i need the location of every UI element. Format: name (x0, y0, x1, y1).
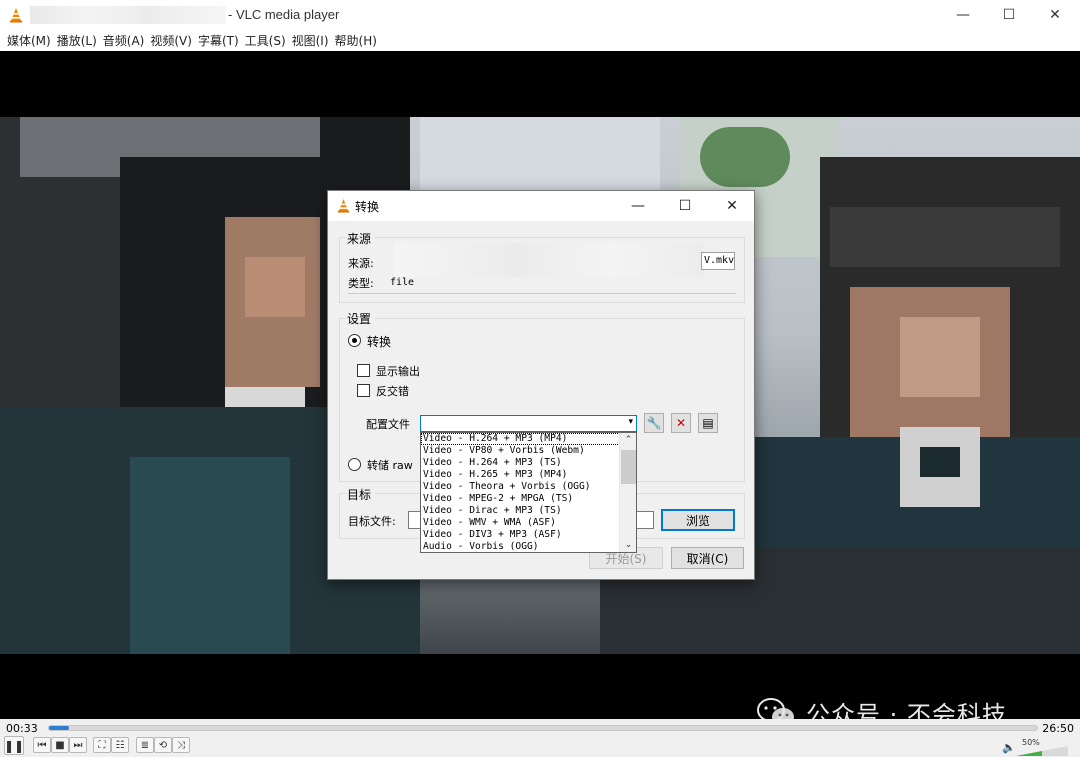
menu-media[interactable]: 媒体(M) (4, 32, 54, 49)
source-divider (348, 293, 736, 294)
stop-button[interactable]: ■ (51, 737, 69, 753)
extended-settings-button[interactable]: ☷ (111, 737, 129, 753)
equalizer-icon: ☷ (115, 739, 125, 751)
seek-bar[interactable] (48, 725, 1038, 731)
profile-option[interactable]: Video - Dirac + MP3 (TS) (421, 505, 636, 517)
delete-profile-button[interactable]: ✕ (671, 413, 691, 433)
profile-option[interactable]: Video - H.264 + MP3 (MP4) (421, 433, 636, 445)
menu-audio[interactable]: 音频(A) (100, 32, 148, 49)
browse-button[interactable]: 浏览 (661, 509, 735, 531)
convert-radio-label: 转换 (367, 335, 392, 349)
dropdown-scrollbar[interactable]: ⌃ ⌄ (619, 433, 636, 552)
dialog-titlebar: 转换 — ☐ ✕ (328, 191, 754, 221)
volume-slider[interactable] (1016, 746, 1068, 756)
blurred-source-path (394, 243, 704, 277)
wrench-icon: 🔧 (646, 416, 662, 430)
scroll-up-icon[interactable]: ⌃ (620, 433, 636, 447)
dialog-minimize-button[interactable]: — (615, 191, 661, 221)
maximize-button[interactable]: ☐ (986, 0, 1032, 30)
edit-profile-button[interactable]: 🔧 (644, 413, 664, 433)
source-group-title: 来源 (347, 230, 376, 247)
vlc-cone-icon (10, 8, 22, 23)
convert-dialog: 转换 — ☐ ✕ 来源 来源: V.mkv 类型: file 设置 转换 显示输… (327, 190, 755, 580)
chevron-down-icon: ▾ (628, 417, 633, 427)
settings-group-title: 设置 (347, 310, 376, 327)
delete-x-icon: ✕ (675, 416, 687, 430)
show-output-checkbox[interactable] (357, 364, 370, 377)
profile-label: 配置文件 (366, 418, 410, 431)
window-title: - VLC media player (228, 7, 340, 22)
menu-bar: 媒体(M) 播放(L) 音频(A) 视频(V) 字幕(T) 工具(S) 视图(I… (0, 30, 1080, 51)
deinterlace-label: 反交错 (376, 385, 409, 398)
menu-video[interactable]: 视频(V) (147, 32, 195, 49)
type-label: 类型: (348, 277, 374, 290)
scroll-down-icon[interactable]: ⌄ (620, 538, 636, 552)
profile-option[interactable]: Video - VP80 + Vorbis (Webm) (421, 445, 636, 457)
pause-button[interactable]: ❚❚ (4, 736, 24, 755)
menu-tools[interactable]: 工具(S) (242, 32, 289, 49)
profile-option[interactable]: Audio - Vorbis (OGG) (421, 541, 636, 552)
menu-subtitle[interactable]: 字幕(T) (195, 32, 242, 49)
type-value: file (390, 277, 415, 288)
watermark: 公众号 · 不会科技 (756, 695, 1007, 719)
dialog-close-button[interactable]: ✕ (709, 191, 755, 221)
show-output-label: 显示输出 (376, 365, 420, 378)
elapsed-time: 00:33 (6, 722, 38, 735)
stop-icon: ■ (55, 739, 65, 751)
dialog-maximize-button[interactable]: ☐ (662, 191, 708, 221)
profile-option[interactable]: Video - MPEG-2 + MPGA (TS) (421, 493, 636, 505)
loop-icon: ⟲ (158, 739, 168, 751)
convert-radio[interactable] (348, 334, 361, 347)
source-filename: V.mkv (701, 252, 735, 270)
menu-view[interactable]: 视图(I) (289, 32, 332, 49)
profile-option[interactable]: Video - H.264 + MP3 (TS) (421, 457, 636, 469)
close-button[interactable]: ✕ (1032, 0, 1078, 30)
seek-progress (49, 726, 69, 730)
pause-icon: ❚❚ (3, 738, 25, 753)
profile-option[interactable]: Video - Theora + Vorbis (OGG) (421, 481, 636, 493)
previous-button[interactable]: ⏮ (33, 737, 51, 753)
playlist-button[interactable]: ≣ (136, 737, 154, 753)
total-time: 26:50 (1042, 722, 1074, 735)
playback-controls: 00:33 26:50 ❚❚ ⏮ ■ ⏭ ⛶ ☷ ≣ ⟲ ⤨ 🔈 50% (0, 719, 1080, 757)
playlist-icon: ≣ (140, 739, 150, 751)
dump-raw-radio[interactable] (348, 458, 361, 471)
shuffle-button[interactable]: ⤨ (172, 737, 190, 753)
source-label: 来源: (348, 257, 374, 270)
next-icon: ⏭ (73, 739, 83, 751)
destination-group-title: 目标 (347, 486, 376, 503)
next-button[interactable]: ⏭ (69, 737, 87, 753)
fullscreen-button[interactable]: ⛶ (93, 737, 111, 753)
menu-playback[interactable]: 播放(L) (54, 32, 100, 49)
deinterlace-checkbox[interactable] (357, 384, 370, 397)
profile-option[interactable]: Video - DIV3 + MP3 (ASF) (421, 529, 636, 541)
scroll-thumb[interactable] (621, 450, 636, 484)
profile-dropdown-list[interactable]: Video - H.264 + MP3 (MP4) Video - VP80 +… (420, 432, 637, 553)
wechat-icon (757, 697, 794, 719)
dump-raw-label: 转储 raw (367, 459, 413, 472)
watermark-text: 公众号 · 不会科技 (806, 701, 1007, 719)
profile-option[interactable]: Video - WMV + WMA (ASF) (421, 517, 636, 529)
destination-label: 目标文件: (348, 515, 396, 528)
fullscreen-icon: ⛶ (98, 739, 106, 751)
shuffle-icon: ⤨ (177, 739, 185, 751)
blurred-filename (30, 6, 226, 24)
new-profile-button[interactable]: ▤ (698, 413, 718, 433)
profile-option[interactable]: Video - H.265 + MP3 (MP4) (421, 469, 636, 481)
new-profile-icon: ▤ (702, 416, 714, 430)
cancel-button[interactable]: 取消(C) (671, 547, 744, 569)
previous-icon: ⏮ (37, 739, 47, 751)
window-titlebar: - VLC media player — ☐ ✕ (0, 0, 1080, 30)
menu-help[interactable]: 帮助(H) (332, 32, 380, 49)
profile-select[interactable]: ▾ (420, 415, 637, 432)
speaker-icon[interactable]: 🔈 (1002, 741, 1016, 754)
minimize-button[interactable]: — (940, 0, 986, 30)
vlc-cone-icon (337, 198, 350, 213)
loop-button[interactable]: ⟲ (154, 737, 172, 753)
dialog-title: 转换 (355, 200, 380, 214)
